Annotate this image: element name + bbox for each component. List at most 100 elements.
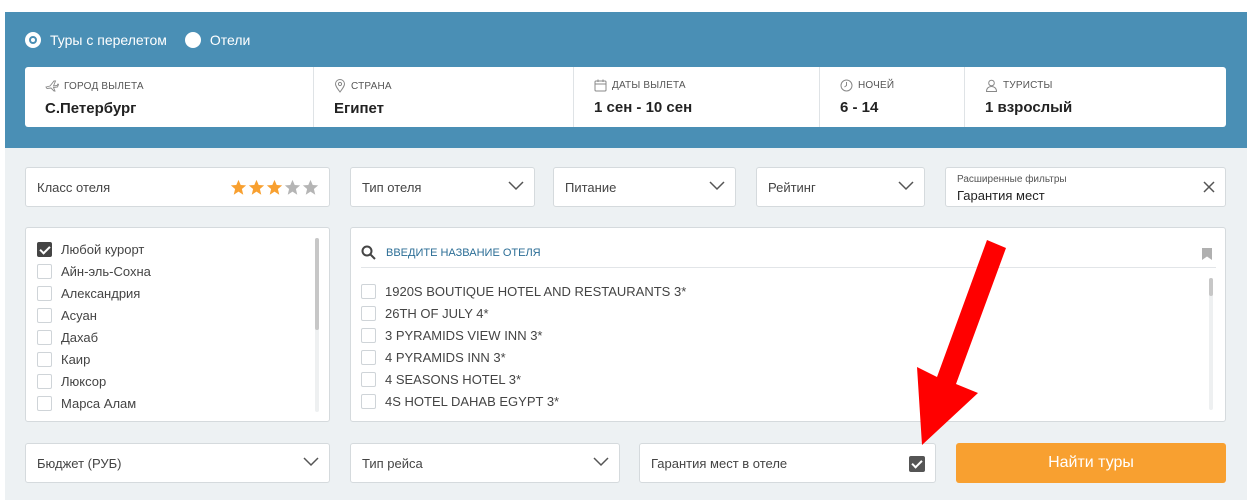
star-icon[interactable] bbox=[266, 179, 283, 196]
chevron-down-icon bbox=[508, 181, 524, 191]
hotel-search-row bbox=[361, 238, 1216, 268]
country-value: Египет bbox=[334, 100, 385, 117]
resort-list-panel: Любой курорт Айн-эль-Сохна Александрия Асуа… bbox=[25, 227, 330, 422]
list-item[interactable]: 4S HOTEL DAHAB EGYPT 3* bbox=[361, 390, 686, 412]
nights-field[interactable]: НОЧЕЙ 6 - 14 bbox=[820, 67, 965, 127]
departure-value: С.Петербург bbox=[45, 100, 137, 117]
country-label-row: СТРАНА bbox=[334, 79, 573, 93]
meals-dropdown[interactable]: Питание bbox=[553, 167, 736, 207]
list-item-label: 4 SEASONS HOTEL 3* bbox=[385, 371, 522, 387]
list-item[interactable]: 1920S BOUTIQUE HOTEL AND RESTAURANTS 3* bbox=[361, 280, 686, 302]
tourists-field[interactable]: ТУРИСТЫ 1 взрослый bbox=[965, 67, 1226, 127]
list-item[interactable]: 4 SEASONS HOTEL 3* bbox=[361, 368, 686, 390]
checkbox[interactable] bbox=[37, 351, 52, 367]
nights-value: 6 - 14 bbox=[840, 99, 879, 116]
radio-tours-with-flight[interactable]: Туры с перелетом bbox=[25, 32, 167, 48]
dates-label: ДАТЫ ВЫЛЕТА bbox=[612, 80, 686, 91]
country-label: СТРАНА bbox=[351, 80, 392, 92]
list-item[interactable]: Александрия bbox=[37, 282, 151, 304]
country-field[interactable]: СТРАНА Египет bbox=[314, 67, 574, 127]
checkbox[interactable] bbox=[37, 241, 52, 257]
radio-hotels[interactable]: Отели bbox=[184, 32, 251, 48]
checkbox[interactable] bbox=[361, 327, 376, 343]
bookmark-icon[interactable] bbox=[1200, 247, 1214, 261]
meals-label: Питание bbox=[565, 179, 617, 195]
star-rating bbox=[229, 179, 319, 196]
list-item-label: Люксор bbox=[61, 373, 107, 389]
list-item[interactable]: Дахаб bbox=[37, 326, 151, 348]
scroll-thumb[interactable] bbox=[315, 238, 319, 330]
dates-field[interactable]: ДАТЫ ВЫЛЕТА 1 сен - 10 сен bbox=[574, 67, 820, 127]
checkbox[interactable] bbox=[361, 305, 376, 321]
rating-label: Рейтинг bbox=[768, 179, 816, 195]
checkbox[interactable] bbox=[361, 393, 376, 409]
list-item[interactable]: 3 PYRAMIDS VIEW INN 3* bbox=[361, 324, 686, 346]
tourists-label: ТУРИСТЫ bbox=[1003, 80, 1053, 91]
list-item[interactable]: Любой курорт bbox=[37, 238, 151, 260]
user-icon bbox=[985, 79, 998, 92]
checkbox[interactable] bbox=[37, 373, 52, 389]
radio-label: Туры с перелетом bbox=[50, 32, 167, 48]
budget-dropdown[interactable]: Бюджет (РУБ) bbox=[25, 443, 330, 483]
list-item[interactable]: 26TH OF JULY 4* bbox=[361, 302, 686, 324]
list-item-label: 3 PYRAMIDS VIEW INN 3* bbox=[385, 327, 543, 343]
list-item[interactable]: Асуан bbox=[37, 304, 151, 326]
list-item-label: Александрия bbox=[61, 285, 141, 301]
clock-icon bbox=[840, 79, 853, 92]
checkbox[interactable] bbox=[37, 285, 52, 301]
flight-type-dropdown[interactable]: Тип рейса bbox=[350, 443, 620, 483]
chevron-down-icon bbox=[593, 457, 609, 467]
plane-icon bbox=[45, 80, 59, 92]
hotel-list-panel: 1920S BOUTIQUE HOTEL AND RESTAURANTS 3* 2… bbox=[350, 227, 1226, 422]
star-icon[interactable] bbox=[230, 179, 247, 196]
checkbox[interactable] bbox=[37, 329, 52, 345]
star-icon[interactable] bbox=[248, 179, 265, 196]
radio-label: Отели bbox=[209, 32, 251, 48]
red-arrow-annotation bbox=[917, 240, 1006, 445]
list-item-label: Айн-эль-Сохна bbox=[61, 263, 151, 279]
list-item[interactable]: 4 PYRAMIDS INN 3* bbox=[361, 346, 686, 368]
list-item[interactable]: Айн-эль-Сохна bbox=[37, 260, 151, 282]
rating-dropdown[interactable]: Рейтинг bbox=[756, 167, 925, 207]
nights-label: НОЧЕЙ bbox=[858, 80, 895, 91]
scroll-thumb[interactable] bbox=[1209, 278, 1213, 296]
list-item-label: 4 PYRAMIDS INN 3* bbox=[385, 349, 506, 365]
list-item-label: Марса Алам bbox=[61, 395, 137, 411]
list-item[interactable]: Марса Алам bbox=[37, 392, 151, 414]
advanced-filters[interactable]: Расширенные фильтры Гарантия мест bbox=[945, 167, 1226, 207]
star-icon[interactable] bbox=[302, 179, 319, 196]
list-item-label: Каир bbox=[61, 351, 91, 367]
hotel-type-dropdown[interactable]: Тип отеля bbox=[350, 167, 535, 207]
hotel-type-label: Тип отеля bbox=[362, 179, 422, 195]
radio-dot bbox=[184, 32, 201, 48]
resort-scrollbar[interactable] bbox=[315, 238, 319, 412]
chevron-down-icon bbox=[709, 181, 725, 191]
guarantee-checkbox-field[interactable]: Гарантия мест в отеле bbox=[639, 443, 936, 483]
checkbox[interactable] bbox=[37, 395, 52, 411]
checkbox[interactable] bbox=[361, 349, 376, 365]
resort-list: Любой курорт Айн-эль-Сохна Александрия Асуа… bbox=[37, 238, 151, 414]
tourists-label-row: ТУРИСТЫ bbox=[985, 79, 1226, 92]
departure-city-field[interactable]: ГОРОД ВЫЛЕТА С.Петербург bbox=[25, 67, 314, 127]
close-icon[interactable] bbox=[1202, 180, 1216, 194]
tourists-value: 1 взрослый bbox=[985, 99, 1073, 116]
list-item-label: Любой курорт bbox=[61, 241, 145, 257]
chevron-down-icon bbox=[303, 457, 319, 467]
list-item[interactable]: Каир bbox=[37, 348, 151, 370]
nights-label-row: НОЧЕЙ bbox=[840, 79, 964, 92]
checkbox[interactable] bbox=[37, 263, 52, 279]
dates-value: 1 сен - 10 сен bbox=[594, 99, 693, 116]
star-icon[interactable] bbox=[284, 179, 301, 196]
list-item[interactable]: Люксор bbox=[37, 370, 151, 392]
list-item-label: Дахаб bbox=[61, 329, 99, 345]
guarantee-checkbox[interactable] bbox=[909, 456, 925, 472]
hotel-scrollbar[interactable] bbox=[1209, 278, 1213, 410]
advanced-filters-label: Расширенные фильтры bbox=[957, 174, 1067, 185]
hotel-list: 1920S BOUTIQUE HOTEL AND RESTAURANTS 3* 2… bbox=[361, 280, 686, 412]
hotel-class-filter[interactable]: Класс отеля bbox=[25, 167, 330, 207]
checkbox[interactable] bbox=[361, 283, 376, 299]
tour-type-switch: Туры с перелетом Отели bbox=[25, 32, 268, 48]
checkbox[interactable] bbox=[361, 371, 376, 387]
departure-label: ГОРОД ВЫЛЕТА bbox=[64, 80, 144, 92]
checkbox[interactable] bbox=[37, 307, 52, 323]
